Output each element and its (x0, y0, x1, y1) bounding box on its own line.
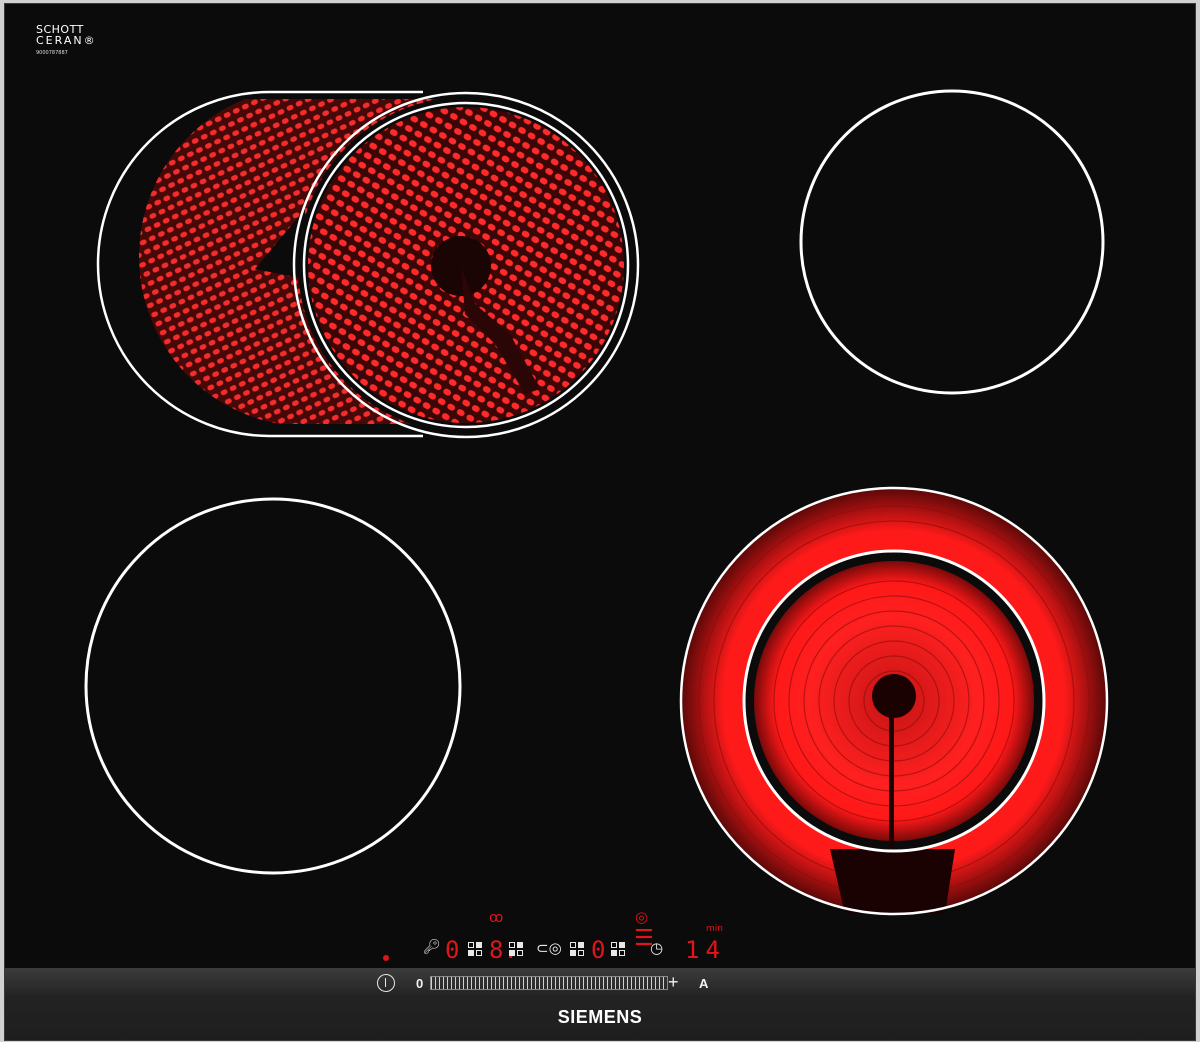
timer-display: 14 (685, 936, 726, 964)
auto-button[interactable]: A (699, 976, 708, 991)
zone-bottom-right-dual (679, 486, 1109, 916)
dual-ring-button[interactable]: ⊂◎ (536, 939, 562, 957)
timer-button[interactable]: ◷ (650, 939, 664, 957)
timer-icon: ◷ (650, 939, 664, 957)
power-icon (384, 978, 386, 987)
zone-top-left-dual (96, 90, 640, 439)
zone-select-back-right[interactable] (570, 942, 584, 956)
timer-unit: min (706, 924, 723, 934)
cooktop: SCHOTT CERAN® 9000787887 🔑︎ 0 ꝏ 8. ⊂◎ 0 … (4, 3, 1196, 1041)
zone-select-front-right[interactable] (611, 942, 625, 956)
brand-logo: SIEMENS (557, 1007, 643, 1027)
child-lock-icon: 🔑︎ (423, 939, 441, 955)
slider-min-label: 0 (416, 976, 424, 991)
power-level-slider[interactable] (430, 976, 668, 990)
zone-display-3: 0 (591, 936, 606, 964)
zone-select-back-left[interactable] (509, 942, 523, 956)
zone-top-right (799, 89, 1105, 395)
slider-max-label: + (668, 972, 679, 992)
zone-select-front-left[interactable] (468, 942, 482, 956)
power-indicator (383, 955, 389, 961)
zone-display-1: 0 (445, 936, 460, 964)
child-lock-button[interactable]: 🔑︎ (423, 940, 441, 954)
zone-bottom-left (84, 497, 462, 875)
roasting-zone-indicator-icon: ◎ (635, 908, 649, 926)
dual-circuit-indicator-icon: ꝏ (489, 910, 504, 926)
cooking-zones (84, 89, 1109, 916)
power-button[interactable] (377, 974, 395, 992)
dual-ring-icon: ⊂◎ (536, 939, 562, 957)
